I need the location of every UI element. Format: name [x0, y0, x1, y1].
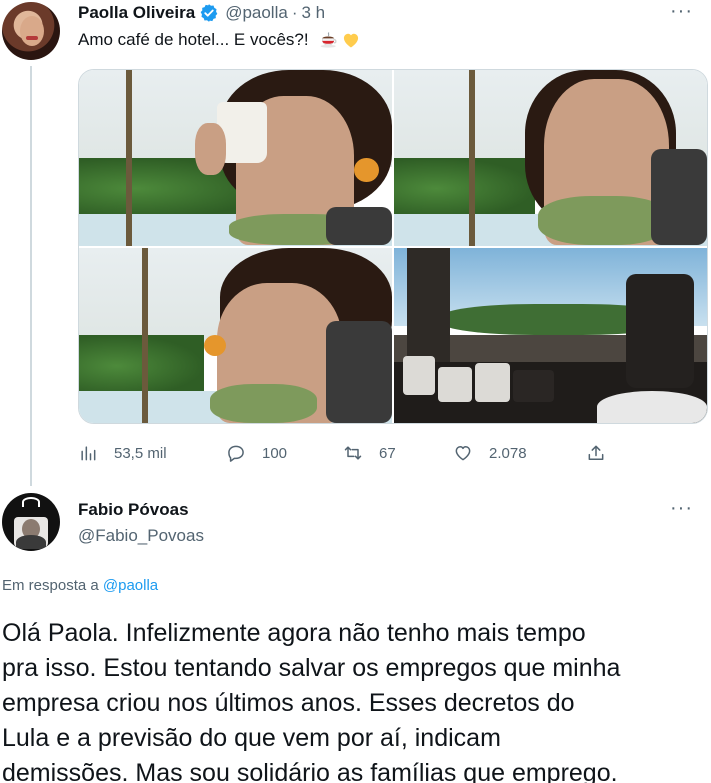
retweet-button[interactable]: 67: [343, 443, 396, 463]
thread-line: [30, 66, 32, 486]
like-button[interactable]: 2.078: [453, 443, 527, 463]
avatar-logo: [22, 497, 40, 507]
tweet-text: Amo café de hotel... E vocês?!: [78, 30, 309, 49]
views-count: 53,5 mil: [114, 444, 167, 462]
reply-text-line: Olá Paola. Infelizmente agora não tenho …: [2, 619, 586, 647]
tweet-time[interactable]: 3 h: [302, 3, 326, 23]
avatar-mouth: [26, 36, 38, 40]
retweet-icon: [344, 446, 362, 460]
retweet-count: 67: [379, 444, 396, 462]
share-icon: [588, 445, 604, 460]
photo-grid: [78, 69, 708, 424]
reply-author-avatar[interactable]: [2, 493, 60, 551]
reply-count: 100: [262, 444, 288, 462]
reply-more-options-button[interactable]: ···: [670, 497, 693, 520]
reply-text-line: pra isso. Estou tentando salvar os empre…: [2, 654, 621, 682]
reply-icon: [228, 445, 244, 462]
author-name[interactable]: Paolla Oliveira: [78, 3, 195, 23]
tweet-actions: 53,5 mil 100 67 2.078: [78, 440, 618, 466]
reply-author-name[interactable]: Fabio Póvoas: [78, 500, 189, 520]
photo-3[interactable]: [79, 247, 392, 423]
author-handle[interactable]: @paolla: [225, 3, 288, 23]
share-button[interactable]: [586, 443, 606, 463]
reply-text-line: Lula e a previsão do que vem por aí, ind…: [2, 724, 501, 752]
reply-button[interactable]: 100: [226, 443, 287, 463]
tweet-text-row: Amo café de hotel... E vocês?!: [78, 30, 361, 50]
reply-to-prefix: Em resposta a: [2, 577, 103, 594]
like-count: 2.078: [489, 444, 527, 462]
reply-text-line: demissões. Mas sou solidário as famílias…: [2, 759, 618, 783]
author-avatar[interactable]: [2, 2, 60, 60]
reply-text-line: empresa criou nos últimos anos. Esses de…: [2, 689, 575, 717]
reply-to-handle-link[interactable]: @paolla: [103, 577, 158, 594]
heart-icon: [455, 446, 471, 461]
photo-4[interactable]: [394, 247, 707, 423]
avatar-face: [20, 16, 44, 46]
tweet-header: Paolla Oliveira @paolla · 3 h: [78, 2, 325, 24]
photo-1[interactable]: [79, 70, 392, 246]
verified-badge-icon: [200, 4, 218, 22]
yellow-heart-icon: [343, 33, 358, 48]
tweet: Paolla Oliveira @paolla · 3 h ··· Amo ca…: [0, 0, 711, 486]
reply-context: Em resposta a @paolla: [2, 577, 158, 594]
more-options-button[interactable]: ···: [670, 0, 693, 23]
photo-2[interactable]: [394, 70, 707, 246]
avatar-shoulders: [16, 535, 46, 549]
reply-text: Olá Paola. Infelizmente agora não tenho …: [2, 616, 711, 783]
separator: ·: [291, 3, 298, 22]
analytics-icon: [81, 446, 96, 461]
views-button[interactable]: 53,5 mil: [78, 443, 167, 463]
coffee-cup-icon: [320, 32, 337, 48]
reply-author-handle[interactable]: @Fabio_Povoas: [78, 526, 204, 546]
